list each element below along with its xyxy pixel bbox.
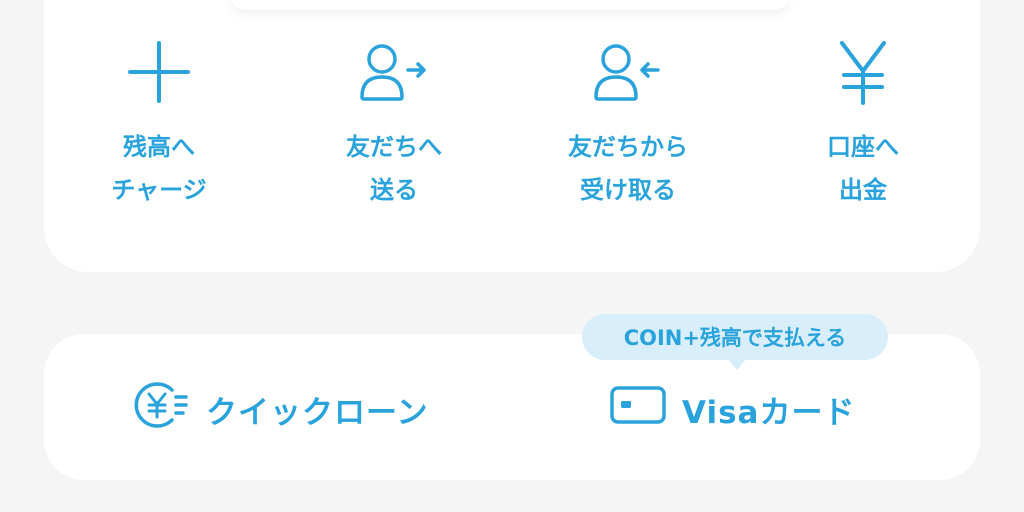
charge-balance-button[interactable]: 残高へ チャージ [59,36,259,212]
send-to-friend-button[interactable]: 友だちへ 送る [294,36,494,212]
tooltip-tail [727,358,747,370]
person-send-icon [354,36,434,108]
send-to-friend-label: 友だちへ 送る [346,133,442,204]
visa-card-button[interactable]: Visaカード [610,384,855,434]
withdraw-to-account-button[interactable]: 口座へ 出金 [763,36,963,212]
charge-balance-label: 残高へ チャージ [111,133,207,204]
person-receive-icon [588,36,668,108]
header-card-shadow [230,0,790,10]
withdraw-to-account-label: 口座へ 出金 [827,133,899,204]
quick-loan-button[interactable]: クイックローン [134,382,429,434]
receive-from-friend-label: 友だちから 受け取る [568,133,688,204]
quick-loan-label: クイックローン [206,394,429,431]
card-icon [610,384,666,434]
receive-from-friend-button[interactable]: 友だちから 受け取る [528,36,728,212]
visa-card-label: Visaカード [682,394,856,431]
yen-icon [823,36,903,108]
yen-coin-icon [134,380,190,438]
payment-tooltip: COIN+残高で支払える [582,314,888,360]
plus-icon [119,36,199,108]
